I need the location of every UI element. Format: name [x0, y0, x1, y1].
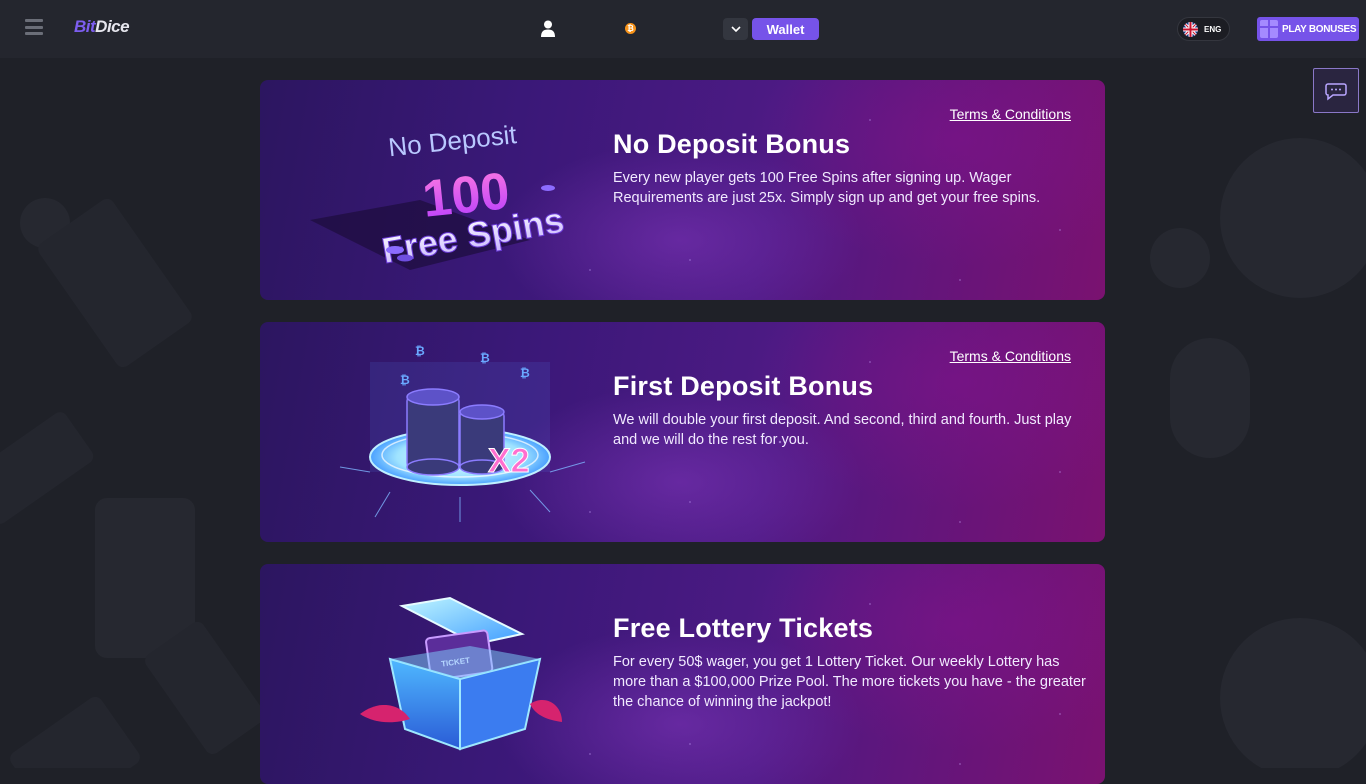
svg-text:₿: ₿	[480, 351, 490, 365]
x2-art-text: X2	[488, 442, 530, 480]
top-bar: BitDice ₿ Wallet ENG PLAY BONUSES	[0, 0, 1366, 58]
gift-icon	[1260, 20, 1278, 38]
chevron-down-icon	[730, 26, 741, 32]
card-description: For every 50$ wager, you get 1 Lottery T…	[613, 654, 1086, 710]
chat-button[interactable]	[1313, 68, 1359, 113]
card-description: We will double your first deposit. And s…	[613, 412, 1072, 448]
terms-link[interactable]: Terms & Conditions	[950, 348, 1071, 364]
chat-bubble-icon	[1325, 82, 1347, 101]
terms-link[interactable]: Terms & Conditions	[950, 106, 1071, 122]
card-description: Every new player gets 100 Free Spins aft…	[613, 170, 1041, 206]
wallet-button[interactable]: Wallet	[752, 18, 819, 40]
currency-dropdown[interactable]	[723, 18, 748, 40]
svg-text:₿: ₿	[520, 366, 530, 380]
bonus-card-first-deposit: X2 ₿ ₿ ₿ ₿ Terms & Conditions First Deposit…	[260, 322, 1105, 542]
card-title: No Deposit Bonus	[613, 129, 851, 159]
play-bonuses-button[interactable]: PLAY BONUSES	[1257, 17, 1359, 41]
user-icon[interactable]	[540, 20, 556, 37]
bonus-card-lottery: TICKET Free Lottery Tickets For every 50…	[260, 564, 1105, 784]
card-title: First Deposit Bonus	[613, 371, 874, 401]
menu-icon[interactable]	[25, 19, 43, 35]
logo[interactable]: BitDice	[74, 17, 130, 37]
bonus-card-no-deposit: No Deposit 100 Free Spins Terms & Condit…	[260, 80, 1105, 300]
uk-flag-icon	[1183, 21, 1198, 37]
logo-part-1: Bit	[74, 17, 96, 36]
language-label: ENG	[1204, 24, 1222, 34]
free-spins-illustration: No Deposit 100 Free Spins	[310, 119, 568, 272]
svg-text:₿: ₿	[400, 373, 410, 387]
lottery-box-illustration: TICKET	[360, 596, 562, 751]
logo-part-2: Dice	[95, 17, 130, 36]
no-deposit-art-text: No Deposit	[387, 119, 519, 162]
play-bonuses-label: PLAY BONUSES	[1282, 23, 1357, 35]
coin-stack-illustration: X2 ₿ ₿ ₿ ₿	[339, 344, 586, 522]
bitcoin-icon: ₿	[625, 23, 636, 34]
svg-text:₿: ₿	[415, 344, 425, 358]
card-title: Free Lottery Tickets	[613, 613, 874, 643]
language-selector[interactable]: ENG	[1177, 17, 1230, 41]
